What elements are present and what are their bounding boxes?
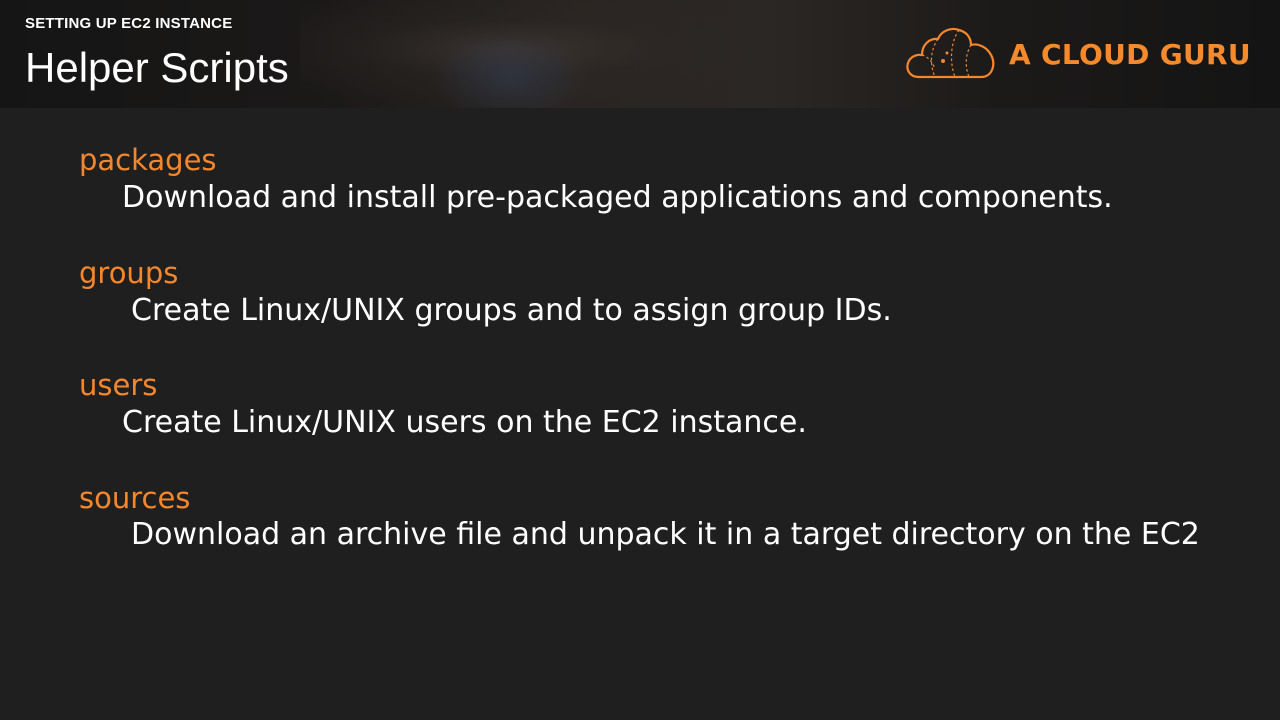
term-users: users	[79, 368, 158, 402]
description-sources: Download an archive file and unpack it i…	[131, 517, 1200, 552]
description-packages: Download and install pre-packaged applic…	[122, 180, 1113, 215]
term-sources: sources	[79, 481, 191, 515]
logo-text: A CLOUD GURU	[1009, 37, 1251, 71]
description-users: Create Linux/UNIX users on the EC2 insta…	[122, 405, 807, 440]
description-groups: Create Linux/UNIX groups and to assign g…	[131, 293, 892, 328]
cloud-icon	[905, 27, 997, 81]
brand-logo: A CLOUD GURU	[905, 27, 1251, 81]
term-packages: packages	[79, 143, 217, 177]
slide: SETTING UP EC2 INSTANCE Helper Scripts A…	[0, 0, 1280, 720]
header-banner: SETTING UP EC2 INSTANCE Helper Scripts A…	[0, 0, 1280, 108]
content-area: packages Download and install pre-packag…	[0, 108, 1280, 720]
section-label: SETTING UP EC2 INSTANCE	[25, 15, 233, 32]
header-background-photo-detail	[430, 30, 590, 108]
term-groups: groups	[79, 256, 179, 290]
page-title: Helper Scripts	[25, 44, 289, 91]
